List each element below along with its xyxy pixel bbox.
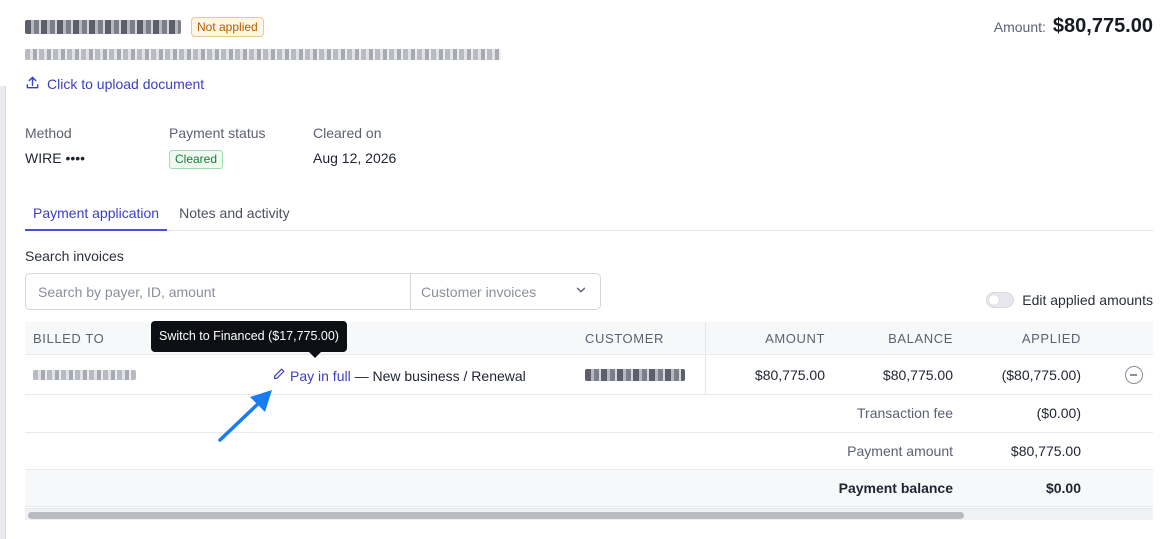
edit-applied-amounts-label: Edit applied amounts xyxy=(1022,292,1153,308)
pay-in-full-label: Pay in full xyxy=(290,367,351,384)
payment-balance-label: Payment balance xyxy=(838,480,953,496)
horizontal-scrollbar-thumb[interactable] xyxy=(28,512,964,519)
upload-document-link[interactable]: Click to upload document xyxy=(25,75,204,93)
deal-type-label: — New business / Renewal xyxy=(354,368,526,384)
cleared-on-label: Cleared on xyxy=(313,125,382,141)
horizontal-scrollbar[interactable] xyxy=(25,508,1153,520)
summary-row-payment-amount: Payment amount $80,775.00 xyxy=(25,433,1153,470)
payment-amount-value: $80,775.00 xyxy=(1010,443,1081,459)
payment-balance-value: $0.00 xyxy=(1045,480,1081,496)
search-invoices-label: Search invoices xyxy=(25,248,124,264)
payment-status-block: Payment status Cleared xyxy=(169,125,266,169)
amount-summary: Amount: $80,775.00 xyxy=(994,15,1153,38)
edit-applied-amounts: Edit applied amounts xyxy=(986,292,1153,308)
column-billed-to: BILLED TO xyxy=(33,331,105,346)
status-badge: Not applied xyxy=(191,16,264,37)
column-applied: APPLIED xyxy=(1021,331,1081,346)
method-value: WIRE •••• xyxy=(25,150,86,166)
row-amount: $80,775.00 xyxy=(754,367,825,383)
row-applied: ($80,775.00) xyxy=(1001,367,1081,383)
table-row: Pay in full — New business / Renewal $80… xyxy=(25,355,1153,395)
company-header: Not applied xyxy=(25,16,264,37)
method-label: Method xyxy=(25,125,72,141)
tab-payment-application[interactable]: Payment application xyxy=(25,200,168,231)
upload-label: Click to upload document xyxy=(47,76,205,92)
summary-row-transaction-fee: Transaction fee ($0.00) xyxy=(25,395,1153,433)
column-amount: AMOUNT xyxy=(765,331,825,346)
method-block: Method WIRE •••• xyxy=(25,125,85,166)
minus-circle-icon[interactable] xyxy=(1125,366,1143,384)
cleared-badge: Cleared xyxy=(169,150,224,169)
transaction-fee-label: Transaction fee xyxy=(857,405,953,421)
chevron-down-icon xyxy=(574,283,588,300)
company-address-redacted xyxy=(25,49,501,60)
search-input[interactable] xyxy=(26,274,410,309)
arrow-pointer-icon xyxy=(218,390,272,442)
cleared-on-value: Aug 12, 2026 xyxy=(313,150,397,166)
pay-in-full-link[interactable]: Pay in full xyxy=(272,367,351,384)
tab-notes-and-activity[interactable]: Notes and activity xyxy=(171,200,298,231)
pencil-icon xyxy=(272,367,286,384)
cleared-on-block: Cleared on Aug 12, 2026 xyxy=(313,125,396,166)
billed-to-redacted xyxy=(33,370,136,380)
customer-invoices-select[interactable]: Customer invoices xyxy=(410,274,600,309)
amount-value: $80,775.00 xyxy=(1052,15,1153,37)
switch-to-financed-tooltip: Switch to Financed ($17,775.00) xyxy=(151,321,347,358)
customer-redacted xyxy=(585,369,685,381)
left-panel-edge xyxy=(0,86,6,539)
customer-invoices-select-label: Customer invoices xyxy=(421,283,537,300)
payment-amount-label: Payment amount xyxy=(847,443,953,459)
upload-icon xyxy=(25,75,40,93)
pay-option-cell: Pay in full — New business / Renewal xyxy=(272,367,526,384)
column-balance: BALANCE xyxy=(888,331,953,346)
row-balance: $80,775.00 xyxy=(882,367,953,383)
company-name-redacted xyxy=(25,19,181,34)
summary-row-payment-balance: Payment balance $0.00 xyxy=(25,470,1153,507)
search-invoices-box: Customer invoices xyxy=(25,273,601,310)
payment-status-label: Payment status xyxy=(169,125,266,141)
column-customer: CUSTOMER xyxy=(585,331,664,346)
tab-bar: Payment application Notes and activity xyxy=(25,200,1153,231)
amount-label: Amount: xyxy=(993,19,1046,35)
edit-applied-amounts-toggle[interactable] xyxy=(986,292,1015,308)
transaction-fee-value: ($0.00) xyxy=(1036,405,1081,421)
